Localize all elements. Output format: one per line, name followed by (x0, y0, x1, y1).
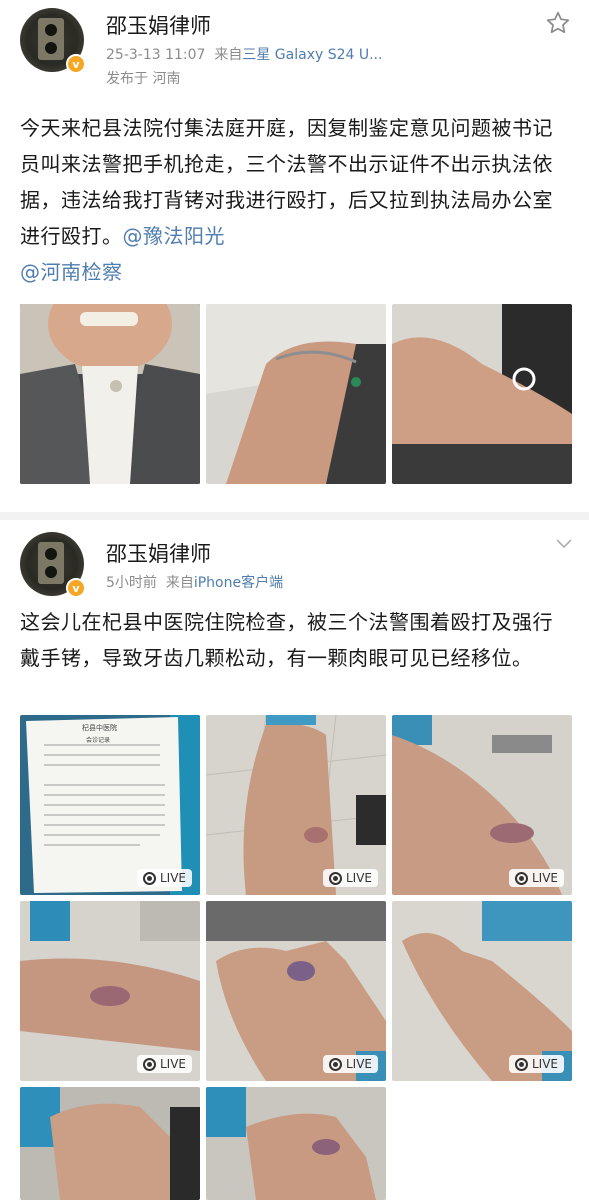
author-avatar[interactable]: v (20, 532, 86, 598)
author-name[interactable]: 邵玉娟律师 (106, 538, 211, 568)
verified-badge-icon: v (66, 578, 86, 598)
post-source[interactable]: iPhone客户端 (194, 575, 283, 591)
post-time: 25-3-13 11:07 (106, 47, 206, 63)
post-image[interactable]: LIVE (206, 715, 386, 895)
live-badge: LIVE (508, 869, 564, 887)
source-prefix: 来自 (165, 575, 194, 591)
post-text: 今天来杞县法院付集法庭开庭，因复制鉴定意见问题被书记员叫来法警把手机抢走，三个法… (20, 116, 553, 248)
doc-hospital: 杞县中医院 (82, 724, 117, 732)
doc-title: 会诊记录 (86, 737, 111, 744)
weibo-post-2: v 邵玉娟律师 5小时前 来自iPhone客户端 这会儿在杞县中医院住院检查，被… (0, 520, 589, 1200)
post-image[interactable]: LIVE (392, 901, 572, 1081)
star-icon[interactable] (545, 10, 571, 36)
author-name[interactable]: 邵玉娟律师 (106, 10, 211, 40)
post-image[interactable] (392, 304, 572, 484)
verified-badge-icon: v (66, 54, 86, 74)
live-icon (514, 871, 528, 885)
post-image[interactable] (206, 304, 386, 484)
post-time: 5小时前 (106, 575, 157, 591)
post-image[interactable] (20, 304, 200, 484)
live-icon (514, 1057, 528, 1071)
source-prefix: 来自 (214, 47, 243, 63)
live-badge: LIVE (136, 1055, 192, 1073)
live-icon (142, 1057, 156, 1071)
post-body: 这会儿在杞县中医院住院检查，被三个法警围着殴打及强行戴手铐，导致牙齿几颗松动，有… (20, 610, 553, 670)
post-source[interactable]: 三星 Galaxy S24 U... (242, 47, 382, 63)
live-icon (328, 871, 342, 885)
post-meta: 5小时前 来自iPhone客户端 (106, 572, 283, 592)
post-image[interactable]: LIVE (392, 715, 572, 895)
live-badge: LIVE (322, 1055, 378, 1073)
post-meta: 25-3-13 11:07 来自三星 Galaxy S24 U... (106, 44, 382, 64)
live-badge: LIVE (322, 869, 378, 887)
live-badge: LIVE (508, 1055, 564, 1073)
post-divider (0, 512, 589, 520)
post-image[interactable]: 杞县中医院 会诊记录 LIVE (20, 715, 200, 895)
post-image[interactable] (20, 1087, 200, 1200)
post-image[interactable]: LIVE (206, 901, 386, 1081)
post-location: 发布于 河南 (106, 71, 181, 87)
live-icon (142, 871, 156, 885)
chevron-down-icon[interactable] (555, 538, 573, 550)
live-icon (328, 1057, 342, 1071)
mention-link[interactable]: @河南检察 (20, 260, 123, 284)
author-avatar[interactable]: v (20, 8, 86, 74)
mention-link[interactable]: @豫法阳光 (123, 224, 226, 248)
post-image[interactable] (206, 1087, 386, 1200)
post-image[interactable]: LIVE (20, 901, 200, 1081)
post-body: 今天来杞县法院付集法庭开庭，因复制鉴定意见问题被书记员叫来法警把手机抢走，三个法… (20, 110, 572, 290)
live-badge: LIVE (136, 869, 192, 887)
weibo-post-1: v 邵玉娟律师 25-3-13 11:07 来自三星 Galaxy S24 U.… (0, 0, 589, 512)
